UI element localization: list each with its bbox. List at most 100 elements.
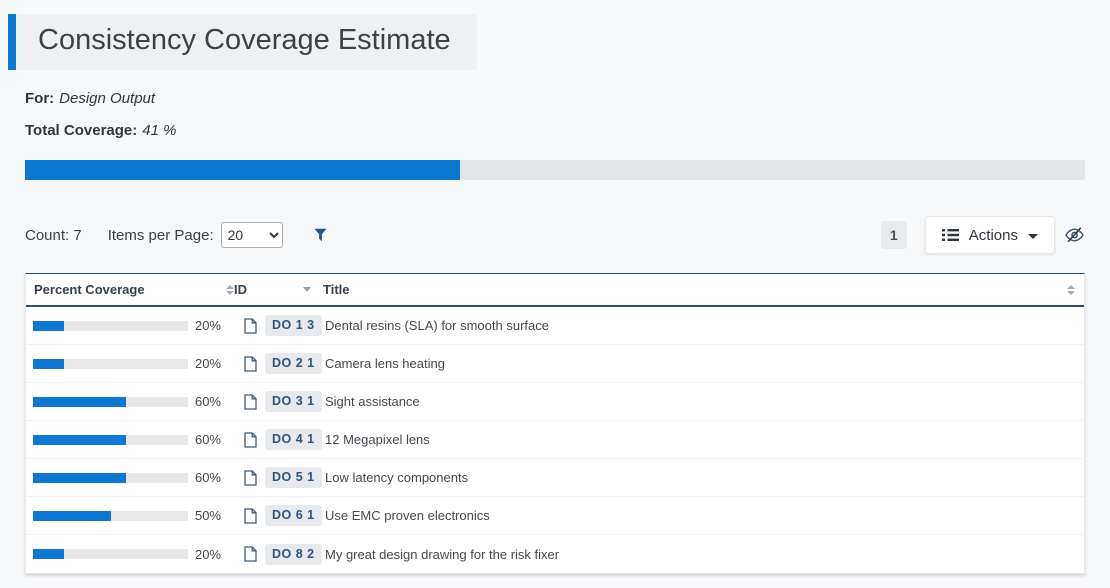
items-per-page-select[interactable]: 20	[221, 222, 283, 248]
cell-percent-coverage: 20%	[26, 356, 234, 371]
cell-id: DO 6 1	[234, 505, 319, 526]
item-id-badge[interactable]: DO 3 1	[265, 391, 322, 412]
cell-title: Dental resins (SLA) for smooth surface	[319, 318, 1084, 333]
row-percent-label: 20%	[188, 547, 234, 562]
row-percent-label: 20%	[188, 356, 234, 371]
sort-up-down-icon[interactable]	[1067, 285, 1075, 295]
table-row[interactable]: 20% DO 1 3 Dental resins (SLA) for smoot…	[26, 307, 1084, 345]
cell-percent-coverage: 20%	[26, 318, 234, 333]
toolbar-right: 1 Actions	[881, 216, 1085, 254]
row-progress-fill	[33, 511, 111, 521]
cell-percent-coverage: 50%	[26, 508, 234, 523]
cell-id: DO 3 1	[234, 391, 319, 412]
actions-button-label: Actions	[969, 227, 1018, 244]
table-row[interactable]: 50% DO 6 1 Use EMC proven electronics	[26, 497, 1084, 535]
total-coverage-value: 41 %	[142, 122, 176, 139]
row-progress-fill	[33, 549, 64, 559]
count-label: Count:	[25, 227, 69, 244]
item-id-badge[interactable]: DO 2 1	[265, 353, 322, 374]
toolbar: Count: 7 Items per Page: 20 1 Actions	[25, 216, 1085, 254]
filter-button[interactable]	[314, 228, 327, 242]
title-accent-bar	[8, 14, 16, 70]
cell-id: DO 4 1	[234, 429, 319, 450]
file-icon	[244, 546, 257, 562]
cell-percent-coverage: 60%	[26, 394, 234, 409]
total-coverage-label: Total Coverage:	[25, 122, 137, 139]
row-progress-fill	[33, 359, 64, 369]
actions-button[interactable]: Actions	[925, 216, 1055, 254]
row-progressbar	[33, 359, 188, 369]
page-title-block: Consistency Coverage Estimate	[8, 14, 477, 70]
total-coverage-progressbar	[25, 160, 1085, 180]
file-icon	[244, 508, 257, 524]
row-progress-fill	[33, 435, 126, 445]
for-label: For:	[25, 90, 54, 107]
row-progress-fill	[33, 473, 126, 483]
cell-id: DO 5 1	[234, 467, 319, 488]
sort-up-down-icon[interactable]	[226, 285, 234, 295]
row-percent-label: 20%	[188, 318, 234, 333]
count-text: Count: 7	[25, 227, 82, 244]
item-id-badge[interactable]: DO 8 2	[265, 544, 322, 565]
items-per-page-label: Items per Page:	[108, 227, 214, 244]
for-line: For: Design Output	[25, 90, 1110, 107]
cell-percent-coverage: 20%	[26, 547, 234, 562]
file-icon	[244, 394, 257, 410]
row-progress-fill	[33, 321, 64, 331]
total-coverage-line: Total Coverage: 41 %	[25, 122, 1110, 139]
row-percent-label: 60%	[188, 432, 234, 447]
coverage-table: Percent Coverage ID Title 20%	[25, 273, 1085, 574]
column-header-percent-coverage-label: Percent Coverage	[34, 282, 145, 297]
row-progressbar	[33, 397, 188, 407]
table-row[interactable]: 60% DO 3 1 Sight assistance	[26, 383, 1084, 421]
column-header-id[interactable]: ID	[234, 282, 319, 297]
item-id-badge[interactable]: DO 5 1	[265, 467, 322, 488]
column-header-title[interactable]: Title	[319, 282, 1084, 297]
item-id-badge[interactable]: DO 6 1	[265, 505, 322, 526]
item-id-badge[interactable]: DO 1 3	[265, 315, 322, 336]
row-percent-label: 60%	[188, 470, 234, 485]
table-row[interactable]: 20% DO 8 2 My great design drawing for t…	[26, 535, 1084, 573]
cell-title: Camera lens heating	[319, 356, 1084, 371]
cell-title: My great design drawing for the risk fix…	[319, 547, 1084, 562]
row-progressbar	[33, 435, 188, 445]
row-progressbar	[33, 321, 188, 331]
file-icon	[244, 470, 257, 486]
toggle-visibility-button[interactable]	[1064, 226, 1085, 244]
column-header-title-label: Title	[323, 282, 350, 297]
row-progressbar	[33, 473, 188, 483]
table-row[interactable]: 20% DO 2 1 Camera lens heating	[26, 345, 1084, 383]
row-progressbar	[33, 549, 188, 559]
column-header-percent-coverage[interactable]: Percent Coverage	[26, 282, 234, 297]
row-percent-label: 60%	[188, 394, 234, 409]
total-coverage-progress-fill	[25, 160, 460, 180]
row-progressbar	[33, 511, 188, 521]
cell-id: DO 8 2	[234, 544, 319, 565]
row-percent-label: 50%	[188, 508, 234, 523]
for-value: Design Output	[59, 90, 155, 107]
table-header-row: Percent Coverage ID Title	[26, 274, 1084, 307]
cell-id: DO 2 1	[234, 353, 319, 374]
item-id-badge[interactable]: DO 4 1	[265, 429, 322, 450]
table-body: 20% DO 1 3 Dental resins (SLA) for smoot…	[26, 307, 1084, 573]
sort-down-icon[interactable]	[303, 287, 311, 292]
page-title: Consistency Coverage Estimate	[16, 14, 477, 70]
pagination-page-1-button[interactable]: 1	[881, 221, 907, 249]
cell-title: Sight assistance	[319, 394, 1084, 409]
file-icon	[244, 356, 257, 372]
funnel-icon	[314, 228, 327, 242]
eye-slash-icon	[1064, 226, 1085, 244]
file-icon	[244, 318, 257, 334]
table-row[interactable]: 60% DO 4 1 12 Megapixel lens	[26, 421, 1084, 459]
cell-percent-coverage: 60%	[26, 470, 234, 485]
row-progress-fill	[33, 397, 126, 407]
column-header-id-label: ID	[234, 282, 247, 297]
cell-percent-coverage: 60%	[26, 432, 234, 447]
file-icon	[244, 432, 257, 448]
table-row[interactable]: 60% DO 5 1 Low latency components	[26, 459, 1084, 497]
list-icon	[942, 228, 959, 242]
cell-title: Use EMC proven electronics	[319, 508, 1084, 523]
cell-title: Low latency components	[319, 470, 1084, 485]
cell-title: 12 Megapixel lens	[319, 432, 1084, 447]
cell-id: DO 1 3	[234, 315, 319, 336]
